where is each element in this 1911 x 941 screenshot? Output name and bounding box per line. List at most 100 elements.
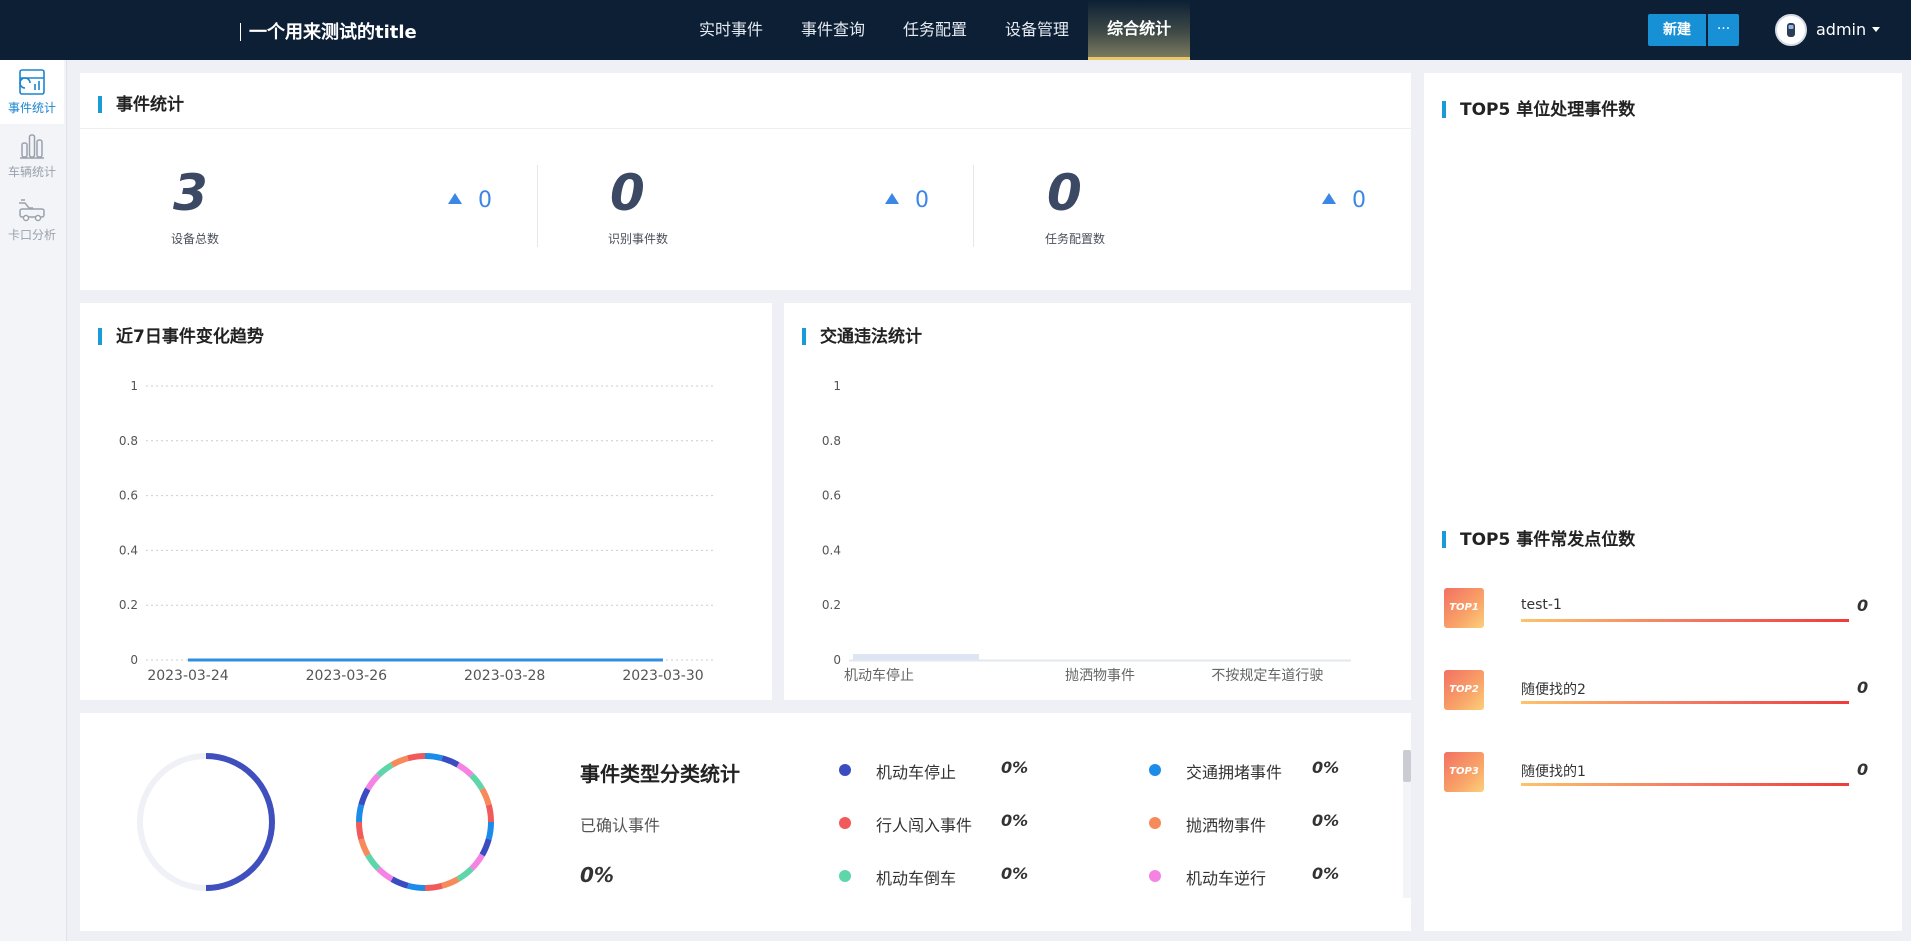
legend-dot-spillage xyxy=(1149,817,1161,829)
ring-segment xyxy=(365,773,381,791)
main-nav: 实时事件 事件查询 任务配置 设备管理 综合统计 xyxy=(680,0,1191,60)
nav-item-event-query[interactable]: 事件查询 xyxy=(782,0,884,60)
legend-value: 0% xyxy=(1001,811,1029,830)
category-title: 事件类型分类统计 xyxy=(580,762,740,786)
sidebar-item-label: 卡口分析 xyxy=(7,228,56,242)
ring-segment xyxy=(456,762,474,778)
y-tick-label: 0 xyxy=(130,653,138,667)
violation-bar-chart: 0 0.2 0.4 0.6 0.8 1 机动车停止 抛洒物事件 不按规定车道行驶 xyxy=(822,379,1351,684)
y-tick-label: 0.6 xyxy=(822,489,841,503)
ring-segment xyxy=(390,876,409,889)
more-button[interactable]: ··· xyxy=(1708,14,1739,46)
top-progress-bar xyxy=(1521,701,1849,704)
ring-segment xyxy=(469,853,485,871)
x-tick-label: 不按规定车道行驶 xyxy=(1211,667,1323,684)
stat-delta-value: 0 xyxy=(915,188,929,213)
sidebar-item-checkpoint-analysis[interactable]: 卡口分析 xyxy=(0,188,64,252)
legend-label: 行人闯入事件 xyxy=(876,816,973,835)
y-tick-label: 1 xyxy=(130,379,138,393)
category-total: 0% xyxy=(580,863,614,887)
ring-segment xyxy=(358,787,371,806)
stat-delta-value: 0 xyxy=(1352,188,1366,213)
legend-dot-vehicle-stop xyxy=(839,764,851,776)
legend-value: 0% xyxy=(1312,864,1340,883)
legend-dot-pedestrian xyxy=(839,817,851,829)
arrow-up-icon xyxy=(448,193,462,204)
top5-units-title: TOP5 单位处理事件数 xyxy=(1442,95,1635,120)
stat-label: 设备总数 xyxy=(171,232,220,246)
nav-item-realtime-events[interactable]: 实时事件 xyxy=(680,0,782,60)
sidebar-item-label: 车辆统计 xyxy=(7,165,56,179)
stat-label: 任务配置数 xyxy=(1045,232,1106,246)
ring-segment xyxy=(485,804,494,823)
caret-down-icon xyxy=(1872,27,1881,32)
top-point-value: 0 xyxy=(1857,596,1869,615)
user-name: admin xyxy=(1816,20,1867,39)
sidebar-item-event-stats[interactable]: 事件统计 xyxy=(0,60,64,124)
top-point-name: 随便找的2 xyxy=(1521,682,1586,698)
ring-segment xyxy=(479,787,492,806)
legend-label: 抛洒物事件 xyxy=(1186,816,1267,835)
y-tick-label: 1 xyxy=(833,379,841,393)
x-tick-label: 2023-03-24 xyxy=(147,668,228,684)
event-stats-panel: 事件统计 3 设备总数 0 0 识别事件数 0 0 任务配置数 0 xyxy=(80,73,1411,290)
nav-item-task-config[interactable]: 任务配置 xyxy=(884,0,986,60)
app-title: 一个用来测试的title xyxy=(240,18,417,44)
user-menu[interactable]: admin xyxy=(1816,20,1881,39)
sidebar-item-label: 事件统计 xyxy=(7,101,56,115)
nav-item-comprehensive-stats[interactable]: 综合统计 xyxy=(1088,0,1191,60)
y-tick-label: 0.2 xyxy=(119,598,138,612)
arrow-up-icon xyxy=(1322,193,1336,204)
top-point-name: 随便找的1 xyxy=(1521,764,1586,780)
legend-value: 0% xyxy=(1001,864,1029,883)
top-point-value: 0 xyxy=(1857,678,1869,697)
top-progress-bar xyxy=(1521,619,1849,622)
legend-value: 0% xyxy=(1312,758,1340,777)
top-badge: TOP2 xyxy=(1444,670,1484,710)
y-tick-label: 0.4 xyxy=(119,543,138,557)
ring-segment xyxy=(356,804,365,823)
confirmed-donut-chart xyxy=(137,753,275,891)
top-badge: TOP3 xyxy=(1444,752,1484,792)
top5-panel: TOP5 单位处理事件数 TOP5 事件常发点位数 TOP1 test-1 0 … xyxy=(1424,73,1902,931)
legend-dot-wrong-way xyxy=(1149,870,1161,882)
trend-line-chart: 0 0.2 0.4 0.6 0.8 1 2023-03-24 2023-03-26 2023-0… xyxy=(119,379,714,684)
stat-value: 0 xyxy=(1047,164,1082,222)
y-tick-label: 0.8 xyxy=(119,434,138,448)
ring-segment xyxy=(485,821,494,840)
ring-segment xyxy=(424,753,443,762)
legend-label: 机动车停止 xyxy=(876,763,957,782)
top-navbar: 一个用来测试的title 实时事件 事件查询 任务配置 设备管理 综合统计 新建… xyxy=(0,0,1911,60)
stat-delta: 0 xyxy=(885,188,929,213)
event-stats-title: 事件统计 xyxy=(98,90,184,115)
top5-points-title: TOP5 事件常发点位数 xyxy=(1442,525,1635,550)
bar xyxy=(853,654,979,660)
app-title-text: 一个用来测试的title xyxy=(249,22,417,43)
stat-delta-value: 0 xyxy=(478,188,492,213)
bar-chart-icon xyxy=(20,134,44,159)
legend-value: 0% xyxy=(1001,758,1029,777)
category-subtitle: 已确认事件 xyxy=(580,816,661,835)
stat-delta: 0 xyxy=(1322,188,1366,213)
y-tick-label: 0.6 xyxy=(119,489,138,503)
legend-label: 机动车倒车 xyxy=(876,869,957,888)
y-tick-label: 0 xyxy=(833,653,841,667)
x-tick-label: 机动车停止 xyxy=(844,667,914,684)
ring-segment xyxy=(441,755,460,768)
x-tick-label: 2023-03-28 xyxy=(464,668,545,684)
x-tick-label: 抛洒物事件 xyxy=(1065,668,1135,684)
y-tick-label: 0.8 xyxy=(822,434,841,448)
scrollbar-thumb[interactable] xyxy=(1403,750,1411,782)
nav-item-device-management[interactable]: 设备管理 xyxy=(986,0,1088,60)
new-button[interactable]: 新建 xyxy=(1648,14,1706,46)
ring-segment xyxy=(456,866,474,882)
trend-chart-panel: 近7日事件变化趋势 0 0.2 0.4 0.6 0.8 1 2023-03-24 2023-0… xyxy=(80,303,772,700)
sidebar-item-vehicle-stats[interactable]: 车辆统计 xyxy=(0,124,64,188)
dashboard-chart-icon xyxy=(19,69,45,95)
legend-scrollbar[interactable] xyxy=(1403,750,1411,898)
avatar[interactable] xyxy=(1775,14,1807,46)
stat-delta: 0 xyxy=(448,188,492,213)
stat-value: 3 xyxy=(173,164,208,222)
x-tick-label: 2023-03-30 xyxy=(622,668,703,684)
y-tick-label: 0.2 xyxy=(822,598,841,612)
